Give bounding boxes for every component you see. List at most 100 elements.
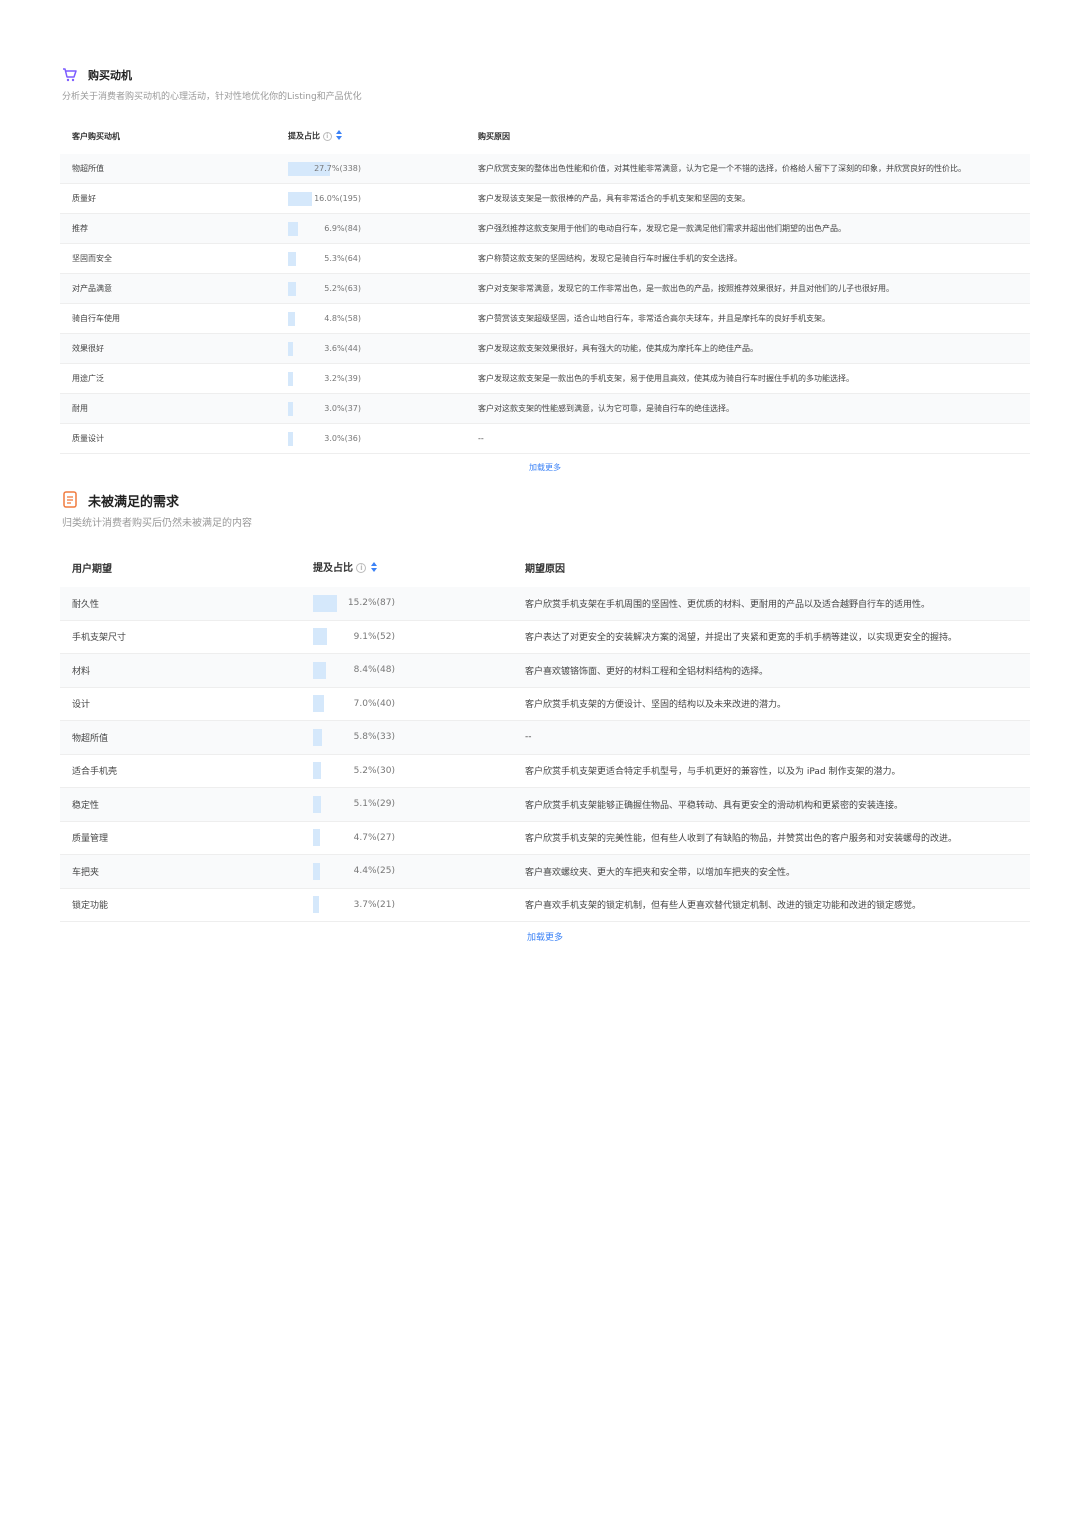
table-row: 质量管理 4.7%(27) 客户欣赏手机支架的完美性能，但有些人收到了有缺陷的物品，…	[60, 821, 1030, 855]
info-icon[interactable]: i	[322, 131, 332, 141]
section-header: 购买动机	[60, 65, 1030, 85]
row-pct-cell: 5.8%(33)	[312, 721, 524, 755]
table-row: 物超所值 27.7%(338) 客户欣赏支架的整体出色性能和价值，对其性能非常满意，…	[60, 154, 1030, 184]
row-reason: --	[478, 434, 484, 443]
row-reason: 客户欣赏手机支架在手机周围的坚固性、更优质的材料、更耐用的产品以及适合越野自行车…	[525, 599, 931, 610]
col-header-pct[interactable]: 提及占比 i	[287, 118, 477, 154]
row-reason: 客户欣赏手机支架能够正确握住物品、平稳转动、具有更安全的滑动机构和更紧密的安装连…	[525, 800, 904, 811]
row-reason: 客户喜欢镀铬饰面、更好的材料工程和全铝材料结构的选择。	[525, 666, 769, 677]
pct-value: 3.6%(44)	[324, 344, 361, 353]
row-name: 质量管理	[72, 834, 109, 845]
row-reason: 客户对这款支架的性能感到满意，认为它可靠，是骑自行车的绝佳选择。	[478, 404, 734, 413]
purchase-motivation-section: 购买动机 分析关于消费者购买动机的心理活动，针对性地优化你的Listing和产品…	[60, 65, 1030, 473]
pct-value: 27.7%(338)	[314, 164, 361, 173]
row-reason: 客户欣赏手机支架更适合特定手机型号，与手机更好的兼容性，以及为 iPad 制作支…	[525, 767, 901, 778]
load-more-link[interactable]: 加载更多	[60, 462, 1030, 473]
table-row: 车把夹 4.4%(25) 客户喜欢螺纹夹、更大的车把夹和安全带，以增加车把夹的安全性…	[60, 854, 1030, 889]
table-row: 稳定性 5.1%(29) 客户欣赏手机支架能够正确握住物品、平稳转动、具有更安全的滑…	[60, 787, 1030, 822]
row-name: 质量好	[72, 194, 96, 203]
row-name: 效果很好	[72, 344, 104, 353]
row-pct-cell: 16.0%(195)	[287, 184, 477, 214]
row-pct-cell: 15.2%(87)	[312, 587, 524, 620]
row-reason: --	[525, 732, 532, 743]
row-name: 手机支架尺寸	[72, 633, 127, 644]
row-pct-cell: 27.7%(338)	[287, 154, 477, 184]
pct-value: 5.3%(64)	[324, 254, 361, 263]
col-header-motivation: 客户购买动机	[72, 131, 120, 141]
row-name: 质量设计	[72, 434, 104, 443]
row-pct-cell: 3.7%(21)	[312, 888, 524, 922]
row-reason: 客户欣赏支架的整体出色性能和价值，对其性能非常满意，认为它是一个不错的选择，价格…	[478, 164, 966, 173]
row-pct-cell: 5.2%(63)	[287, 274, 477, 304]
row-reason: 客户发现这款支架是一款出色的手机支架，易于使用且高效，使其成为骑自行车时握住手机…	[478, 374, 854, 383]
row-pct-cell: 5.3%(64)	[287, 244, 477, 274]
pct-value: 8.4%(48)	[353, 665, 395, 676]
table-header-row: 用户期望 提及占比 i 期望原因	[60, 547, 1030, 587]
pct-value: 3.0%(36)	[324, 434, 361, 443]
pct-value: 9.1%(52)	[353, 631, 395, 642]
pct-value: 5.1%(29)	[353, 799, 395, 810]
row-pct-cell: 5.1%(29)	[312, 788, 524, 822]
row-reason: 客户喜欢螺纹夹、更大的车把夹和安全带，以增加车把夹的安全性。	[525, 867, 796, 878]
row-pct-cell: 3.0%(36)	[287, 424, 477, 454]
row-reason: 客户对支架非常满意，发现它的工作非常出色，是一款出色的产品，按照推荐效果很好，并…	[478, 284, 894, 293]
table-row: 设计 7.0%(40) 客户欣赏手机支架的方便设计、坚固的结构以及未来改进的潜力。	[60, 687, 1030, 721]
sort-icon[interactable]	[370, 561, 378, 575]
table-row: 推荐 6.9%(84) 客户强烈推荐这款支架用于他们的电动自行车，发现它是一款满足他…	[60, 213, 1030, 244]
table-row: 用途广泛 3.2%(39) 客户发现这款支架是一款出色的手机支架，易于使用且高效，使…	[60, 364, 1030, 394]
table-row: 耐用 3.0%(37) 客户对这款支架的性能感到满意，认为它可靠，是骑自行车的绝佳选…	[60, 393, 1030, 424]
row-reason: 客户表达了对更安全的安装解决方案的渴望，并提出了夹紧和更宽的手机手柄等建议，以实…	[525, 633, 958, 644]
section-title: 购买动机	[88, 69, 132, 82]
table-row: 对产品满意 5.2%(63) 客户对支架非常满意，发现它的工作非常出色，是一款出色的…	[60, 273, 1030, 304]
row-name: 耐久性	[72, 599, 100, 610]
shopping-cart-icon	[60, 65, 80, 85]
table-row: 质量好 16.0%(195) 客户发现该支架是一款很棒的产品，具有非常适合的手机支架…	[60, 184, 1030, 214]
row-reason: 客户发现这款支架效果很好，具有强大的功能，使其成为摩托车上的绝佳产品。	[478, 344, 758, 353]
pct-value: 5.2%(30)	[353, 765, 395, 776]
pct-value: 16.0%(195)	[314, 194, 361, 203]
pct-value: 15.2%(87)	[347, 598, 395, 609]
row-reason: 客户强烈推荐这款支架用于他们的电动自行车，发现它是一款满足他们需求并超出他们期望…	[478, 224, 846, 233]
section-title: 未被满足的需求	[88, 494, 180, 510]
pct-value: 3.2%(39)	[324, 374, 361, 383]
sort-icon[interactable]	[335, 130, 343, 142]
row-name: 对产品满意	[72, 284, 112, 293]
pct-value: 4.4%(25)	[353, 866, 395, 877]
row-name: 设计	[72, 700, 91, 711]
row-reason: 客户称赞这款支架的坚固结构，发现它是骑自行车时握住手机的安全选择。	[478, 254, 742, 263]
table-header-row: 客户购买动机 提及占比 i 购买原因	[60, 118, 1030, 154]
col-header-expectation: 用户期望	[72, 563, 112, 575]
document-icon	[60, 490, 80, 510]
col-header-reason: 购买原因	[478, 131, 510, 141]
row-pct-cell: 3.2%(39)	[287, 364, 477, 394]
row-name: 适合手机壳	[72, 767, 118, 778]
pct-value: 5.2%(63)	[324, 284, 361, 293]
row-name: 锁定功能	[72, 901, 109, 912]
load-more-link[interactable]: 加载更多	[60, 930, 1030, 943]
table-row: 效果很好 3.6%(44) 客户发现这款支架效果很好，具有强大的功能，使其成为摩托车…	[60, 333, 1030, 364]
row-reason: 客户赞赏该支架超级坚固，适合山地自行车，非常适合高尔夫球车，并且是摩托车的良好手…	[478, 314, 830, 323]
row-pct-cell: 3.0%(37)	[287, 394, 477, 424]
row-pct-cell: 3.6%(44)	[287, 334, 477, 364]
pct-value: 3.0%(37)	[324, 404, 361, 413]
row-pct-cell: 5.2%(30)	[312, 754, 524, 788]
row-pct-cell: 4.4%(25)	[312, 855, 524, 889]
col-header-pct-label: 提及占比	[288, 131, 320, 141]
row-name: 耐用	[72, 404, 88, 413]
table-row: 耐久性 15.2%(87) 客户欣赏手机支架在手机周围的坚固性、更优质的材料、更耐用…	[60, 587, 1030, 620]
row-name: 推荐	[72, 224, 88, 233]
row-name: 骑自行车使用	[72, 314, 120, 323]
pct-value: 7.0%(40)	[353, 698, 395, 709]
row-pct-cell: 7.0%(40)	[312, 687, 524, 721]
row-pct-cell: 9.1%(52)	[312, 620, 524, 654]
info-icon[interactable]: i	[356, 563, 367, 574]
row-pct-cell: 4.7%(27)	[312, 821, 524, 855]
col-header-pct-label: 提及占比	[313, 563, 353, 575]
section-subtitle: 归类统计消费者购买后仍然未被满足的内容	[62, 518, 252, 529]
row-pct-cell: 6.9%(84)	[287, 214, 477, 244]
col-header-pct[interactable]: 提及占比 i	[312, 547, 524, 587]
row-reason: 客户喜欢手机支架的锁定机制，但有些人更喜欢替代锁定机制、改进的锁定功能和改进的锁…	[525, 901, 922, 912]
row-reason: 客户欣赏手机支架的方便设计、坚固的结构以及未来改进的潜力。	[525, 700, 787, 711]
pct-value: 5.8%(33)	[353, 732, 395, 743]
col-header-reason: 期望原因	[525, 563, 565, 575]
